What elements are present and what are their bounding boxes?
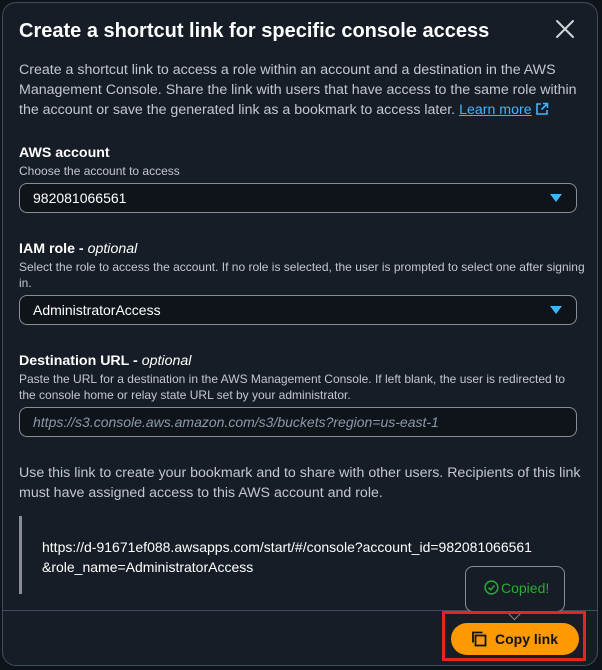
copied-label: Copied! (501, 580, 550, 596)
highlight-box (442, 611, 586, 661)
aws-account-select[interactable]: 982081066561 (19, 183, 577, 213)
destination-url-label: Destination URL - optional (19, 353, 191, 369)
iam-role-label: IAM role - optional (19, 241, 137, 257)
learn-more-link[interactable]: Learn more (459, 102, 549, 118)
destination-url-label-text: Destination URL - (19, 353, 142, 369)
iam-role-select[interactable]: AdministratorAccess (19, 295, 577, 325)
external-link-icon (535, 102, 548, 115)
copied-popover: Copied! (465, 566, 565, 621)
destination-url-hint: Paste the URL for a destination in the A… (19, 372, 566, 402)
shortcut-link-modal: Create a shortcut link for specific cons… (2, 2, 598, 666)
modal-description: Create a shortcut link to access a role … (19, 60, 585, 120)
iam-role-label-text: IAM role - (19, 241, 88, 257)
check-circle-icon (484, 580, 499, 595)
usage-text: Use this link to create your bookmark an… (19, 465, 581, 501)
optional-tag: optional (141, 353, 192, 369)
aws-account-hint: Choose the account to access (19, 164, 180, 178)
destination-url-input[interactable]: https://s3.console.aws.amazon.com/s3/buc… (19, 407, 577, 437)
aws-account-value: 982081066561 (33, 190, 127, 206)
destination-url-placeholder: https://s3.console.aws.amazon.com/s3/buc… (33, 414, 439, 430)
learn-more-label: Learn more (459, 102, 532, 118)
iam-role-hint: Select the role to access the account. I… (19, 260, 585, 290)
close-button[interactable] (555, 19, 575, 39)
modal-title: Create a shortcut link for specific cons… (19, 20, 490, 42)
optional-tag: optional (87, 241, 138, 257)
generated-link-line-1: https://d-91671ef088.awsapps.com/start/#… (42, 539, 532, 555)
close-icon (556, 20, 574, 38)
iam-role-value: AdministratorAccess (33, 302, 161, 318)
caret-down-icon (550, 194, 562, 202)
aws-account-label: AWS account (19, 145, 110, 161)
caret-down-icon (550, 306, 562, 314)
copied-message: Copied! (484, 580, 549, 596)
